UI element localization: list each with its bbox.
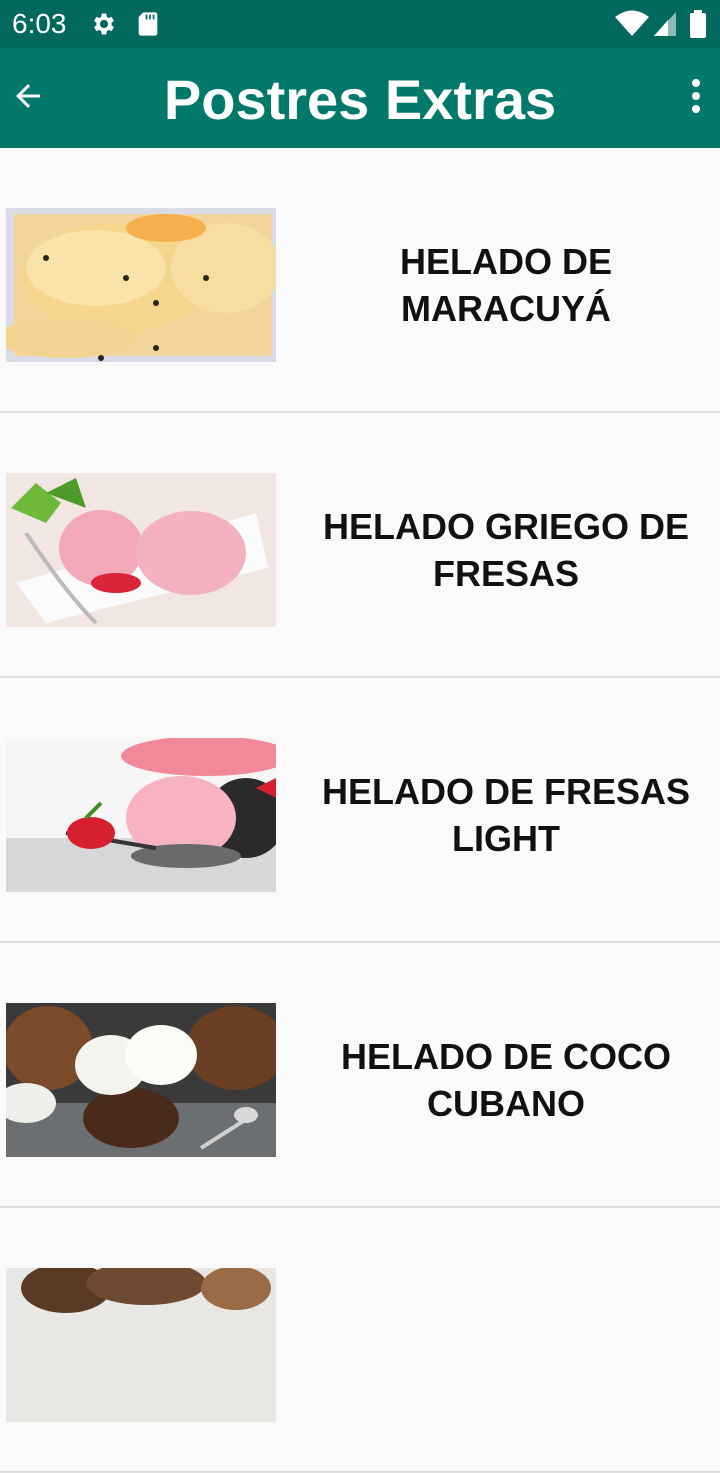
- battery-icon: [688, 10, 708, 38]
- status-time: 6:03: [12, 8, 67, 39]
- arrow-left-icon: [10, 78, 46, 119]
- dessert-list: HELADO DE MARACUYÁ HELADO GRIEGO DE FRES…: [0, 148, 720, 1473]
- item-title: HELADO DE COCO CUBANO: [340, 1036, 671, 1124]
- item-title: [300, 1268, 712, 1422]
- list-item[interactable]: HELADO DE FRESAS LIGHT: [0, 678, 720, 943]
- light-strawberry-ice-cream-photo: [6, 738, 276, 892]
- list-item[interactable]: [0, 1208, 720, 1473]
- app-bar: Postres Extras: [0, 48, 720, 148]
- greek-strawberry-ice-cream-photo: [6, 473, 276, 627]
- item-title: HELADO DE FRESAS LIGHT: [321, 771, 691, 859]
- list-item[interactable]: HELADO DE MARACUYÁ: [0, 148, 720, 413]
- cuban-coconut-ice-cream-photo: [6, 1003, 276, 1157]
- list-item[interactable]: HELADO DE COCO CUBANO: [0, 943, 720, 1208]
- sd-card-icon: [134, 10, 162, 38]
- overflow-menu-button[interactable]: [678, 72, 714, 124]
- back-button[interactable]: [0, 68, 56, 128]
- passion-fruit-ice-cream-photo: [6, 208, 276, 362]
- item-title: HELADO DE MARACUYÁ: [399, 241, 612, 329]
- more-vert-icon: [690, 78, 702, 119]
- coconut-dessert-photo: [6, 1268, 276, 1422]
- gear-icon: [90, 10, 118, 38]
- wifi-icon: [614, 10, 650, 38]
- list-item[interactable]: HELADO GRIEGO DE FRESAS: [0, 413, 720, 678]
- status-bar: 6:03: [0, 0, 720, 48]
- page-title: Postres Extras: [163, 68, 557, 131]
- item-title: HELADO GRIEGO DE FRESAS: [322, 506, 690, 594]
- signal-icon: [652, 10, 678, 38]
